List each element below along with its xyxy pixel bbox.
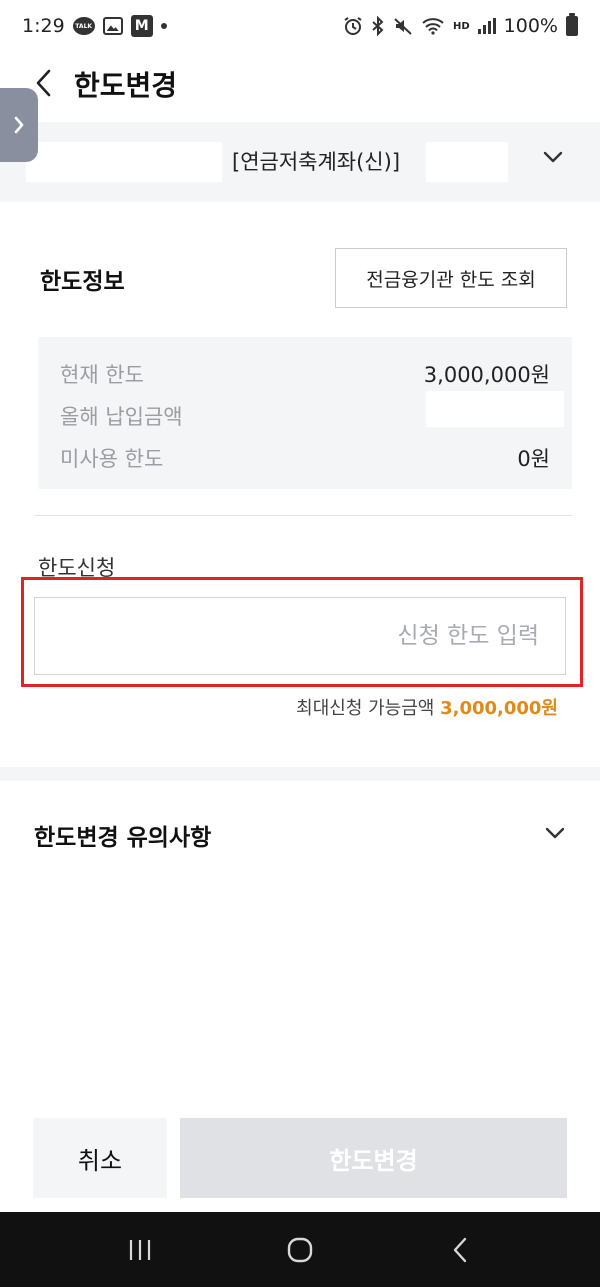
chevron-right-icon bbox=[14, 116, 24, 134]
chevron-left-icon bbox=[36, 69, 51, 97]
home-icon bbox=[287, 1237, 313, 1262]
max-request-label: 최대신청 가능금액 bbox=[296, 698, 435, 719]
side-drawer-tab[interactable] bbox=[0, 88, 38, 162]
recent-apps-icon bbox=[129, 1239, 151, 1260]
alarm-icon bbox=[343, 16, 363, 36]
clock: 1:29 bbox=[22, 15, 65, 37]
info-label: 올해 납입금액 bbox=[60, 405, 183, 429]
battery-percent: 100% bbox=[503, 15, 558, 37]
max-request-amount: 최대신청 가능금액 3,000,000원 bbox=[296, 694, 558, 720]
all-institutions-limit-query-button[interactable]: 전금융기관 한도 조회 bbox=[335, 248, 567, 308]
account-number-mask bbox=[26, 142, 222, 182]
paid-amount-mask bbox=[426, 391, 564, 427]
info-row-current-limit: 현재 한도 3,000,000원 bbox=[60, 359, 550, 389]
back-arrow-icon bbox=[453, 1237, 467, 1262]
system-nav-bar bbox=[0, 1212, 600, 1287]
notice-title[interactable]: 한도변경 유의사항 bbox=[34, 818, 211, 852]
account-owner-mask bbox=[426, 142, 508, 182]
gallery-icon bbox=[102, 17, 123, 35]
hd-voice-icon: HD bbox=[453, 20, 470, 32]
status-bar: 1:29 TALK M HD 100% bbox=[0, 0, 600, 52]
change-limit-button[interactable]: 한도변경 bbox=[180, 1118, 567, 1198]
signal-icon bbox=[477, 18, 496, 34]
battery-icon bbox=[566, 13, 578, 36]
bluetooth-icon bbox=[371, 16, 385, 36]
kakaotalk-icon: TALK bbox=[72, 17, 95, 35]
info-label: 현재 한도 bbox=[60, 363, 144, 387]
info-value: 0원 bbox=[517, 447, 550, 471]
limit-info-title: 한도정보 bbox=[40, 269, 125, 295]
info-label: 미사용 한도 bbox=[60, 447, 164, 471]
status-right: HD 100% bbox=[343, 13, 578, 37]
section-gap bbox=[0, 767, 600, 781]
chevron-down-icon bbox=[543, 151, 563, 163]
limit-info-box: 현재 한도 3,000,000원 올해 납입금액 미사용 한도 0원 bbox=[38, 337, 572, 489]
page-title: 한도변경 bbox=[74, 69, 178, 102]
notification-dot-icon bbox=[160, 23, 167, 29]
account-name: [연금저축계좌(신)] bbox=[232, 150, 401, 174]
home-button[interactable] bbox=[270, 1220, 330, 1280]
max-request-value: 3,000,000원 bbox=[440, 698, 558, 719]
wifi-icon bbox=[421, 17, 445, 35]
requested-limit-input[interactable] bbox=[34, 597, 566, 675]
mute-icon bbox=[393, 16, 413, 36]
system-back-button[interactable] bbox=[430, 1220, 490, 1280]
recent-apps-button[interactable] bbox=[110, 1220, 170, 1280]
section-divider bbox=[34, 515, 572, 516]
account-selector[interactable]: [연금저축계좌(신)] bbox=[0, 122, 600, 202]
info-row-unused-limit: 미사용 한도 0원 bbox=[60, 443, 550, 473]
chevron-down-icon[interactable] bbox=[544, 826, 566, 840]
mstock-icon: M bbox=[130, 15, 153, 37]
cancel-button[interactable]: 취소 bbox=[33, 1118, 167, 1198]
header: 한도변경 bbox=[0, 52, 600, 114]
info-value: 3,000,000원 bbox=[423, 363, 550, 387]
status-left: 1:29 TALK M bbox=[22, 15, 167, 37]
